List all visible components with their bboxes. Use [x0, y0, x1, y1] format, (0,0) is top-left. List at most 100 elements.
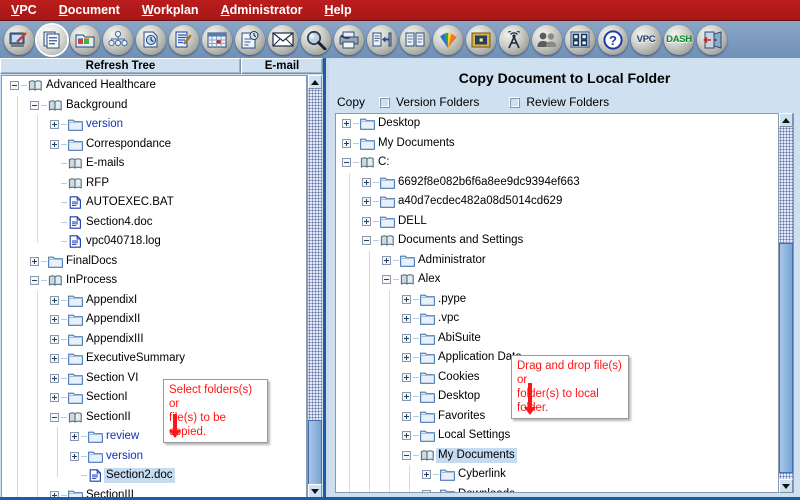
collapse-toggle-icon[interactable]	[362, 236, 371, 245]
right-tree-scroll-up-button[interactable]	[779, 113, 793, 127]
review-schedule-icon[interactable]	[235, 24, 265, 55]
collapse-toggle-icon[interactable]	[30, 100, 39, 110]
expand-toggle-icon[interactable]	[402, 411, 411, 421]
expand-toggle-icon[interactable]	[382, 255, 391, 265]
color-palette-icon[interactable]	[433, 24, 463, 55]
tree-row[interactable]: ExecutiveSummary	[2, 349, 306, 368]
expand-toggle-icon[interactable]	[402, 294, 411, 304]
tree-row[interactable]: Correspondance	[2, 135, 306, 154]
tree-row[interactable]: Downloads	[336, 485, 793, 492]
new-project-icon[interactable]	[4, 24, 34, 55]
expand-toggle-icon[interactable]	[402, 431, 411, 440]
exit-door-icon[interactable]	[697, 24, 727, 55]
tree-row[interactable]: .vpc	[336, 309, 793, 328]
tree-row[interactable]: My Documents	[336, 446, 793, 465]
collapse-toggle-icon[interactable]	[30, 276, 39, 285]
expand-toggle-icon[interactable]	[70, 451, 79, 461]
tree-row[interactable]: Cyberlink	[336, 465, 793, 484]
expand-toggle-icon[interactable]	[402, 314, 411, 323]
expand-toggle-icon[interactable]	[50, 334, 59, 344]
expand-toggle-icon[interactable]	[50, 120, 59, 129]
right-tree-scroll-thumb[interactable]	[779, 243, 793, 473]
search-magnifier-icon[interactable]	[301, 24, 331, 55]
menu-item-vpc[interactable]: VPC	[0, 0, 48, 20]
tree-row[interactable]: FinalDocs	[2, 252, 306, 271]
expand-toggle-icon[interactable]	[402, 372, 411, 382]
tree-row[interactable]: E-mails	[2, 154, 306, 173]
left-tree-scroll-down-button[interactable]	[308, 484, 322, 498]
expand-toggle-icon[interactable]	[342, 119, 351, 128]
org-chart-icon[interactable]	[103, 24, 133, 55]
folder-properties-icon[interactable]	[70, 24, 100, 55]
scan-document-icon[interactable]	[367, 24, 397, 55]
refresh-tree-button[interactable]: Refresh Tree	[0, 58, 241, 74]
tree-row[interactable]: 6692f8e082b6f6a8ee9dc9394ef663	[336, 173, 793, 192]
tree-row[interactable]: .pype	[336, 290, 793, 309]
right-tree-scrollbar[interactable]	[778, 113, 793, 493]
expand-toggle-icon[interactable]	[402, 353, 411, 362]
tree-row[interactable]: version	[2, 115, 306, 134]
expand-toggle-icon[interactable]	[362, 197, 371, 206]
tree-row[interactable]: AppendixII	[2, 310, 306, 329]
version-folders-checkbox[interactable]: Version Folders	[379, 95, 479, 109]
tree-row[interactable]: Alex	[336, 270, 793, 289]
expand-toggle-icon[interactable]	[402, 392, 411, 401]
help-question-icon[interactable]: ?	[598, 24, 628, 55]
expand-toggle-icon[interactable]	[342, 138, 351, 148]
tree-row[interactable]: vpc040718.log	[2, 232, 306, 251]
tree-row[interactable]: version	[2, 447, 306, 466]
menu-item-workplan[interactable]: Workplan	[131, 0, 210, 20]
expand-toggle-icon[interactable]	[362, 177, 371, 187]
left-tree-scroll-up-button[interactable]	[308, 75, 322, 89]
expand-toggle-icon[interactable]	[70, 432, 79, 441]
review-folders-checkbox[interactable]: Review Folders	[509, 95, 609, 109]
tree-row[interactable]: AUTOEXEC.BAT	[2, 193, 306, 212]
barcode-icon[interactable]	[565, 24, 595, 55]
tree-row[interactable]: InProcess	[2, 271, 306, 290]
collapse-toggle-icon[interactable]	[10, 81, 19, 90]
expand-toggle-icon[interactable]	[50, 315, 59, 324]
expand-toggle-icon[interactable]	[50, 295, 59, 305]
tree-row[interactable]: Section2.doc	[2, 466, 306, 485]
menu-item-administrator[interactable]: Administrator	[210, 0, 314, 20]
mail-envelope-icon[interactable]	[268, 24, 298, 55]
collapse-toggle-icon[interactable]	[382, 275, 391, 284]
tree-row[interactable]: Desktop	[336, 114, 793, 133]
image-viewer-icon[interactable]	[466, 24, 496, 55]
edit-document-icon[interactable]	[169, 24, 199, 55]
calendar-icon[interactable]	[202, 24, 232, 55]
tree-row[interactable]: Administrator	[336, 251, 793, 270]
vpc-button-icon[interactable]: VPC	[631, 24, 661, 55]
broadcast-tower-icon[interactable]	[499, 24, 529, 55]
dash-button-icon[interactable]: DASH	[664, 24, 694, 55]
tree-row[interactable]: Background	[2, 96, 306, 115]
expand-toggle-icon[interactable]	[50, 354, 59, 363]
users-group-icon[interactable]	[532, 24, 562, 55]
tree-row[interactable]: Advanced Healthcare	[2, 76, 306, 95]
expand-toggle-icon[interactable]	[422, 489, 431, 492]
expand-toggle-icon[interactable]	[402, 333, 411, 343]
expand-toggle-icon[interactable]	[50, 139, 59, 149]
tree-row[interactable]: Local Settings	[336, 426, 793, 445]
tree-row[interactable]: AppendixIII	[2, 330, 306, 349]
collapse-toggle-icon[interactable]	[342, 158, 351, 167]
expand-toggle-icon[interactable]	[362, 216, 371, 226]
tree-row[interactable]: Section4.doc	[2, 213, 306, 232]
copy-document-icon[interactable]	[37, 24, 67, 55]
printer-icon[interactable]	[334, 24, 364, 55]
tree-row[interactable]: DELL	[336, 212, 793, 231]
expand-toggle-icon[interactable]	[422, 470, 431, 479]
tree-row[interactable]: RFP	[2, 174, 306, 193]
tree-row[interactable]: AbiSuite	[336, 329, 793, 348]
compare-document-icon[interactable]	[400, 24, 430, 55]
tree-row[interactable]: My Documents	[336, 134, 793, 153]
right-tree-scroll-down-button[interactable]	[779, 479, 793, 493]
expand-toggle-icon[interactable]	[30, 256, 39, 266]
expand-toggle-icon[interactable]	[50, 373, 59, 383]
tree-row[interactable]: a40d7ecdec482a08d5014cd629	[336, 192, 793, 211]
menu-item-document[interactable]: Document	[48, 0, 131, 20]
tree-row[interactable]: AppendixI	[2, 291, 306, 310]
menu-item-help[interactable]: Help	[314, 0, 363, 20]
email-button[interactable]: E-mail	[241, 58, 323, 74]
expand-toggle-icon[interactable]	[50, 393, 59, 402]
